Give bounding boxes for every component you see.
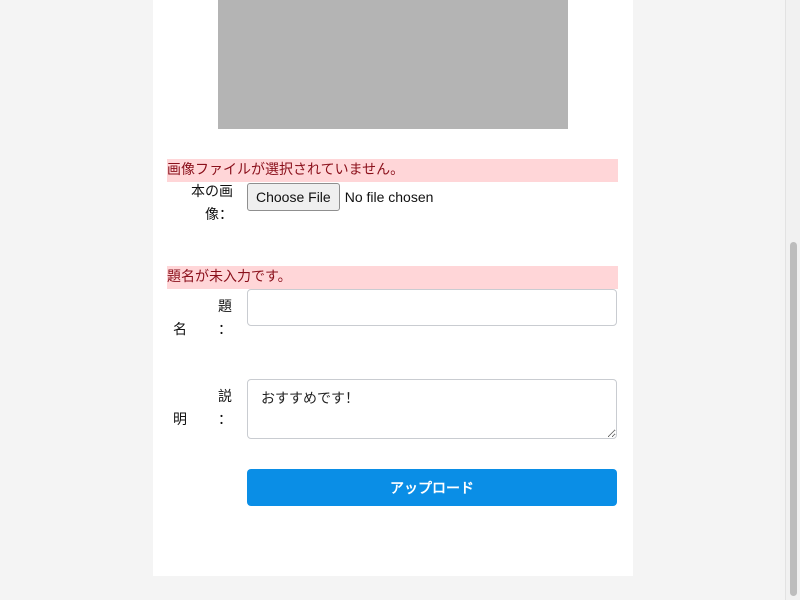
scrollbar-thumb[interactable] xyxy=(790,242,797,596)
image-label: 本の画像： xyxy=(191,184,233,223)
upload-button[interactable]: アップロード xyxy=(247,469,617,506)
description-label-char-2: 明 xyxy=(173,412,187,428)
choose-file-button[interactable]: Choose File xyxy=(247,182,340,211)
description-label: 説 明 ： xyxy=(173,386,233,432)
image-preview-placeholder xyxy=(218,0,568,129)
description-label-colon: ： xyxy=(218,412,232,428)
description-textarea[interactable]: おすすめです！ xyxy=(247,379,617,439)
title-label-char-2: 名 xyxy=(173,322,187,338)
file-input[interactable]: Choose File No file chosen xyxy=(247,182,433,211)
title-label-colon: ： xyxy=(218,322,232,338)
file-status-text: No file chosen xyxy=(344,188,434,205)
title-error-message: 題名が未入力です。 xyxy=(167,266,618,289)
title-input[interactable] xyxy=(247,289,617,326)
image-error-message: 画像ファイルが選択されていません。 xyxy=(167,159,618,182)
description-label-char-1: 説 xyxy=(218,389,232,405)
title-label-char-1: 題 xyxy=(218,299,232,315)
upload-form-card: 画像ファイルが選択されていません。 本の画像： Choose File No f… xyxy=(153,0,633,576)
page-scrollbar[interactable] xyxy=(785,0,800,600)
title-label: 題 名 ： xyxy=(173,296,233,342)
